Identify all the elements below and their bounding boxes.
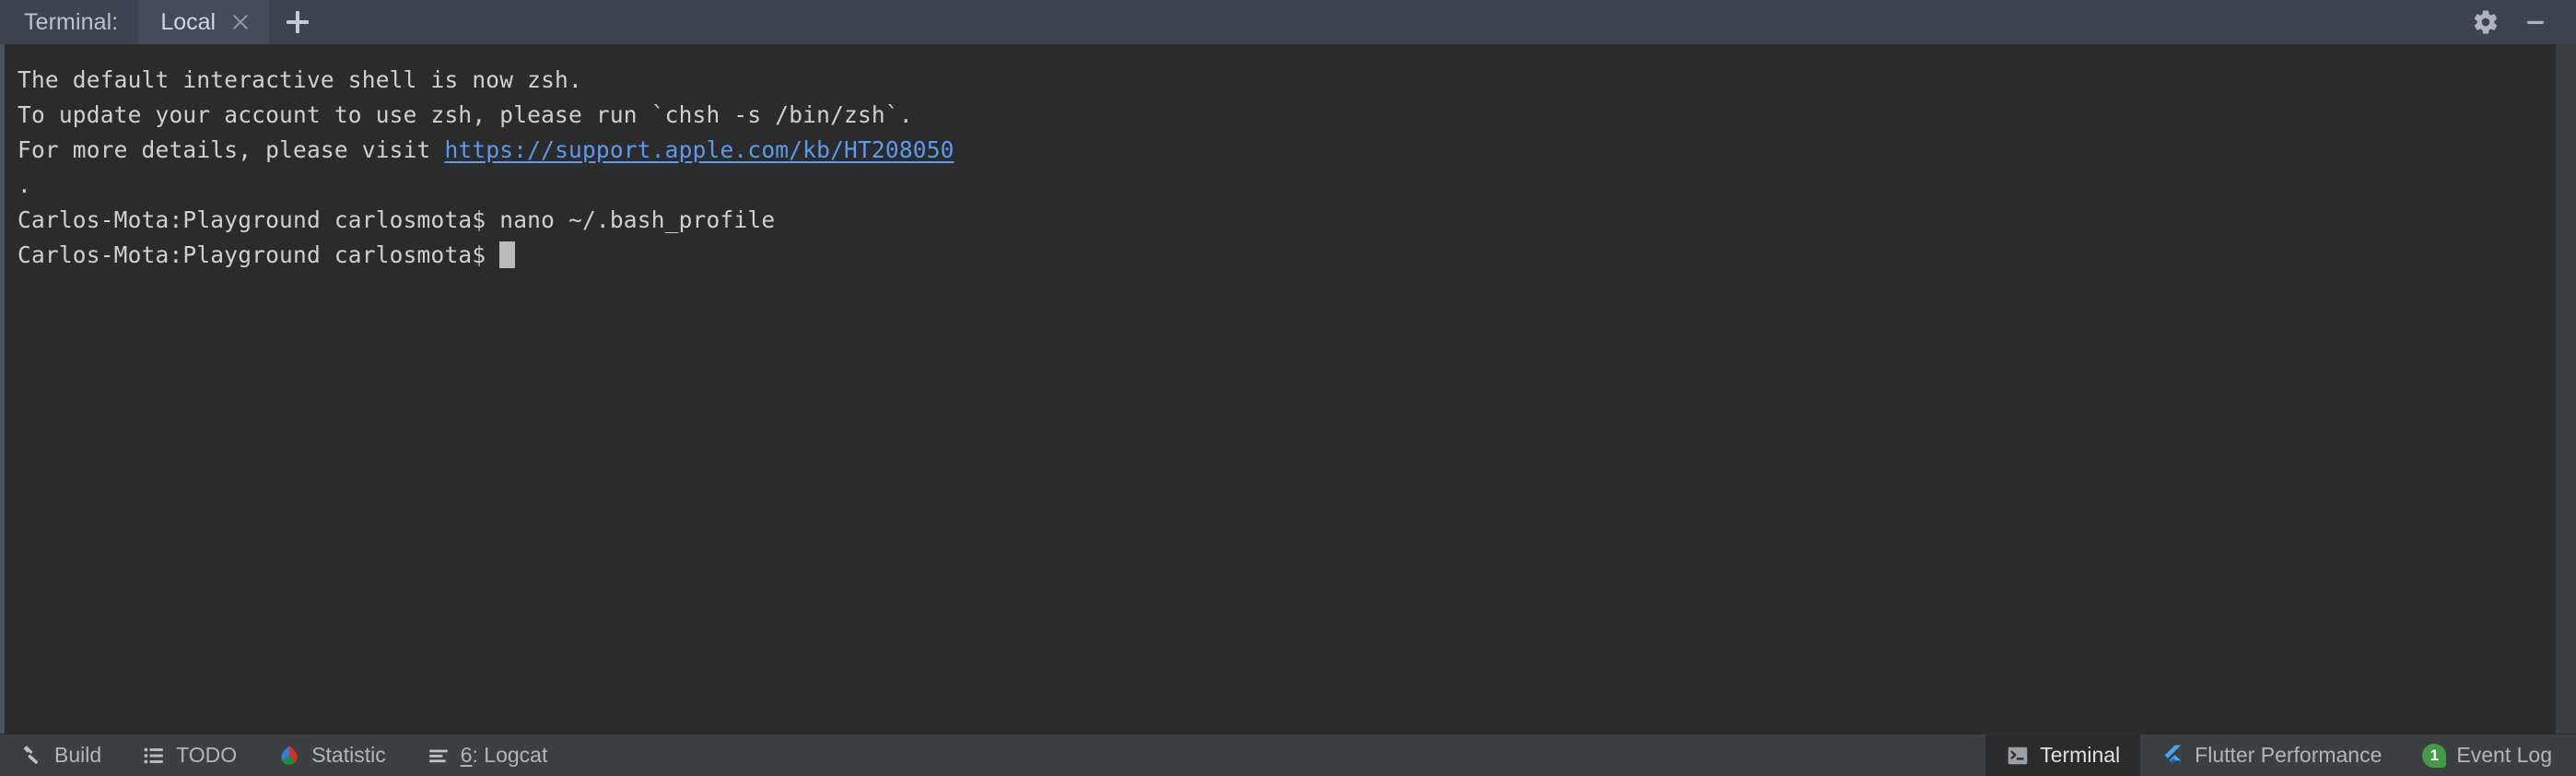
plus-icon[interactable] [269, 0, 326, 44]
status-item-label: Event Log [2456, 743, 2552, 767]
gear-icon[interactable] [2465, 2, 2506, 42]
status-item-label-text: : Logcat [472, 743, 548, 767]
status-bar-left-group: Build TODO Statistic 6: Logcat [0, 735, 568, 776]
tab-label: Local [160, 8, 217, 35]
terminal-line-with-link: For more details, please visit https://s… [18, 133, 2556, 168]
terminal-line: The default interactive shell is now zsh… [18, 66, 582, 93]
terminal-tab-local[interactable]: Local [138, 0, 270, 44]
terminal-prompt-text: Carlos-Mota:Playground carlosmota$ [18, 241, 500, 268]
logcat-lines-icon [427, 744, 451, 768]
terminal-tool-window: Terminal: Local The default interactive … [0, 0, 2576, 776]
tool-window-header: Terminal: Local [0, 0, 2576, 44]
status-bar-right-group: Terminal Flutter Performance 1 Event Log [1985, 735, 2572, 776]
hammer-icon [20, 744, 44, 768]
event-count-badge: 1 [2422, 743, 2447, 768]
terminal-output[interactable]: The default interactive shell is now zsh… [5, 44, 2556, 734]
status-item-statistic[interactable]: Statistic [257, 735, 406, 776]
status-item-flutter-performance[interactable]: Flutter Performance [2140, 735, 2402, 776]
terminal-command-line: Carlos-Mota:Playground carlosmota$ nano … [18, 206, 776, 233]
terminal-line: . [18, 171, 31, 198]
status-bar: Build TODO Statistic 6: Logcat Terminal … [0, 734, 2576, 776]
terminal-body: The default interactive shell is now zsh… [0, 44, 2576, 734]
status-item-mnemonic: 6 [460, 743, 473, 767]
terminal-prompt-icon [2006, 744, 2030, 768]
event-count-value: 1 [2422, 743, 2447, 768]
statistic-droplet-icon [277, 744, 301, 768]
terminal-line: To update your account to use zsh, pleas… [18, 101, 913, 128]
status-item-label: Flutter Performance [2195, 743, 2383, 767]
status-item-event-log[interactable]: 1 Event Log [2402, 735, 2572, 776]
header-left-group: Terminal: Local [0, 0, 326, 44]
status-item-label: 6: Logcat [461, 743, 548, 768]
status-item-logcat[interactable]: 6: Logcat [406, 735, 568, 776]
terminal-line-prefix: For more details, please visit [18, 136, 445, 163]
flutter-icon [2160, 744, 2184, 768]
header-right-group [2465, 0, 2576, 44]
status-item-label: TODO [176, 743, 238, 767]
status-item-label: Terminal [2040, 743, 2121, 767]
support-url-link[interactable]: https://support.apple.com/kb/HT208050 [444, 136, 954, 163]
status-item-terminal[interactable]: Terminal [1985, 735, 2141, 776]
status-item-label: Statistic [311, 743, 386, 767]
checklist-icon [142, 744, 166, 768]
terminal-cursor [499, 241, 516, 268]
terminal-scrollbar[interactable] [2556, 44, 2576, 734]
status-item-build[interactable]: Build [0, 735, 122, 776]
status-item-todo[interactable]: TODO [122, 735, 257, 776]
tool-window-title: Terminal: [24, 8, 119, 35]
minimize-icon[interactable] [2515, 2, 2556, 42]
status-item-label: Build [54, 743, 102, 767]
terminal-prompt-line: Carlos-Mota:Playground carlosmota$ [18, 238, 2556, 273]
close-icon[interactable] [230, 12, 251, 32]
